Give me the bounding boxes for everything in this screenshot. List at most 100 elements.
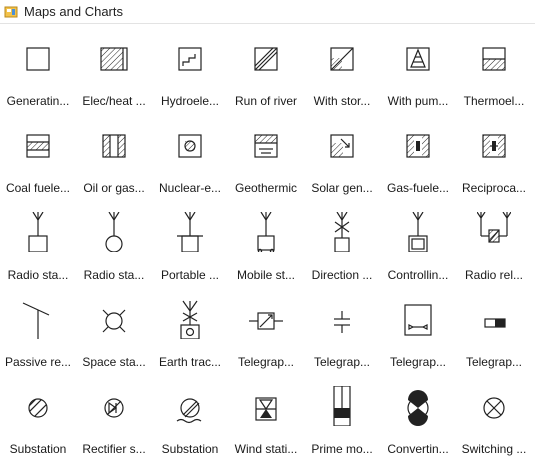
- nuclear-icon: [178, 134, 202, 158]
- shape-label: Mobile st...: [236, 268, 296, 282]
- mobile-icon: [257, 212, 275, 252]
- shape-mobile[interactable]: Mobile st...: [228, 202, 304, 289]
- earth-tracking-icon: [180, 300, 200, 339]
- radio-station-icon: [28, 212, 48, 252]
- thermoelectric-icon: [482, 47, 506, 71]
- shape-label: Telegrap...: [465, 355, 523, 369]
- shape-label: Switching ...: [461, 442, 527, 456]
- portable-icon: [177, 212, 203, 252]
- shape-substation-2[interactable]: Substation: [152, 376, 228, 463]
- shape-label: Thermoel...: [463, 94, 525, 108]
- shape-telegraph-4[interactable]: Telegrap...: [456, 289, 532, 376]
- shape-label: Prime mo...: [311, 442, 373, 456]
- shape-portable[interactable]: Portable ...: [152, 202, 228, 289]
- shape-controlling[interactable]: Controllin...: [380, 202, 456, 289]
- shape-telegraph-1[interactable]: Telegrap...: [228, 289, 304, 376]
- shape-passive-relay[interactable]: Passive re...: [0, 289, 76, 376]
- shape-label: Radio sta...: [83, 268, 145, 282]
- shape-earth-tracking[interactable]: Earth trac...: [152, 289, 228, 376]
- shape-with-storage[interactable]: With stor...: [304, 28, 380, 115]
- shape-label: Elec/heat ...: [82, 94, 146, 108]
- shape-switching[interactable]: Switching ...: [456, 376, 532, 463]
- shape-with-pumped[interactable]: With pum...: [380, 28, 456, 115]
- substation-icon: [28, 398, 48, 418]
- shape-reciprocating[interactable]: Reciproca...: [456, 115, 532, 202]
- oil-or-gas-icon: [102, 134, 126, 158]
- shape-solar[interactable]: Solar gen...: [304, 115, 380, 202]
- hydroelectric-icon: [178, 47, 202, 71]
- telegraph-4-icon: [484, 318, 506, 328]
- shape-label: With pum...: [387, 94, 449, 108]
- shape-oil-or-gas[interactable]: Oil or gas...: [76, 115, 152, 202]
- shape-elec-heat[interactable]: Elec/heat ...: [76, 28, 152, 115]
- shape-grid: Generatin... Elec/heat ... Hydroele... Run…: [0, 28, 535, 463]
- shape-label: Rectifier s...: [82, 442, 146, 456]
- shape-rectifier[interactable]: Rectifier s...: [76, 376, 152, 463]
- shape-nuclear[interactable]: Nuclear-e...: [152, 115, 228, 202]
- shape-wind-station[interactable]: Wind stati...: [228, 376, 304, 463]
- shape-label: Wind stati...: [234, 442, 298, 456]
- shape-label: Direction ...: [311, 268, 373, 282]
- wind-station-icon: [255, 397, 277, 421]
- shape-telegraph-2[interactable]: Telegrap...: [304, 289, 380, 376]
- with-pumped-icon: [406, 47, 430, 71]
- shape-gas-fueled[interactable]: Gas-fuele...: [380, 115, 456, 202]
- shape-label: Substation: [161, 442, 219, 456]
- shape-converting[interactable]: Convertin...: [380, 376, 456, 463]
- shape-geothermic[interactable]: Geothermic: [228, 115, 304, 202]
- shape-direction[interactable]: Direction ...: [304, 202, 380, 289]
- shape-label: Radio sta...: [7, 268, 69, 282]
- solar-icon: [330, 134, 354, 158]
- shape-label: Radio rel...: [464, 268, 524, 282]
- radio-station-2-icon: [105, 212, 123, 252]
- shape-thermoelectric[interactable]: Thermoel...: [456, 28, 532, 115]
- library-icon: [4, 6, 18, 17]
- shape-label: Hydroele...: [160, 94, 220, 108]
- gas-fueled-icon: [406, 134, 430, 158]
- shape-run-of-river[interactable]: Run of river: [228, 28, 304, 115]
- radio-relay-icon: [477, 212, 511, 243]
- rectifier-icon: [104, 398, 124, 418]
- passive-relay-icon: [22, 302, 50, 339]
- converting-icon: [407, 390, 429, 426]
- library-header[interactable]: Maps and Charts: [0, 0, 535, 24]
- shape-coal-fueled[interactable]: Coal fuele...: [0, 115, 76, 202]
- shape-label: Substation: [9, 442, 67, 456]
- shape-label: Reciproca...: [461, 181, 527, 195]
- shape-label: Space sta...: [82, 355, 146, 369]
- shape-label: Nuclear-e...: [158, 181, 222, 195]
- shape-radio-relay[interactable]: Radio rel...: [456, 202, 532, 289]
- generating-station-icon: [26, 47, 50, 71]
- space-station-icon: [102, 309, 126, 333]
- shape-hydroelectric[interactable]: Hydroele...: [152, 28, 228, 115]
- shape-label: Geothermic: [234, 181, 298, 195]
- shape-label: Telegrap...: [313, 355, 371, 369]
- shape-generating-station[interactable]: Generatin...: [0, 28, 76, 115]
- controlling-icon: [408, 212, 428, 252]
- shape-label: Earth trac...: [158, 355, 222, 369]
- shape-label: Generatin...: [6, 94, 70, 108]
- shape-telegraph-3[interactable]: Telegrap...: [380, 289, 456, 376]
- shape-label: Gas-fuele...: [386, 181, 450, 195]
- shape-label: Controllin...: [387, 268, 449, 282]
- substation-2-icon: [176, 398, 202, 424]
- shape-label: Oil or gas...: [83, 181, 145, 195]
- shape-label: With stor...: [313, 94, 371, 108]
- with-storage-icon: [330, 47, 354, 71]
- geothermic-icon: [254, 134, 278, 158]
- shape-label: Solar gen...: [311, 181, 373, 195]
- shape-radio-station-2[interactable]: Radio sta...: [76, 202, 152, 289]
- shape-radio-station[interactable]: Radio sta...: [0, 202, 76, 289]
- switching-icon: [483, 397, 505, 419]
- shape-label: Telegrap...: [389, 355, 447, 369]
- direction-icon: [334, 212, 350, 252]
- shape-label: Coal fuele...: [5, 181, 71, 195]
- shape-space-station[interactable]: Space sta...: [76, 289, 152, 376]
- prime-mover-icon: [333, 386, 351, 426]
- elec-heat-icon: [100, 47, 128, 71]
- telegraph-2-icon: [334, 311, 350, 333]
- shape-substation[interactable]: Substation: [0, 376, 76, 463]
- shape-label: Passive re...: [4, 355, 72, 369]
- shape-prime-mover[interactable]: Prime mo...: [304, 376, 380, 463]
- shape-label: Portable ...: [160, 268, 220, 282]
